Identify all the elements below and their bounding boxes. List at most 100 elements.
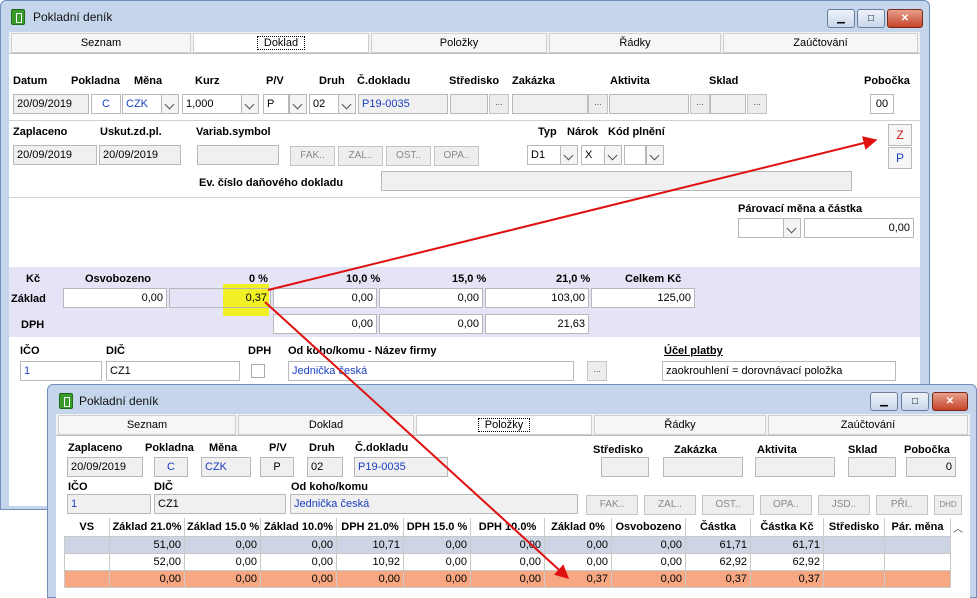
pv-field[interactable]: P (263, 94, 289, 114)
zaplaceno-field[interactable]: 20/09/2019 (13, 145, 97, 165)
column-header[interactable]: Základ 21.0% (109, 518, 185, 536)
zaplaceno-field[interactable]: 20/09/2019 (67, 457, 143, 477)
table-cell[interactable]: 0,00 (260, 569, 337, 588)
narok-dropdown[interactable] (604, 145, 622, 165)
table-cell[interactable]: 61,71 (750, 535, 824, 554)
column-header[interactable]: Základ 0% (544, 518, 612, 536)
table-cell[interactable] (884, 569, 951, 588)
table-cell[interactable]: 0,37 (750, 569, 824, 588)
back-titlebar[interactable]: Pokladní deník ▁ □ ✕ (1, 1, 929, 29)
maximize-button[interactable]: □ (857, 9, 885, 28)
column-header[interactable]: DPH 15.0 % (403, 518, 471, 536)
kurz-field[interactable]: 1,000 (182, 94, 242, 114)
table-cell[interactable] (884, 535, 951, 554)
table-cell[interactable]: 10,71 (336, 535, 404, 554)
table-cell[interactable]: 0,00 (403, 569, 471, 588)
uskut-field[interactable]: 20/09/2019 (99, 145, 181, 165)
column-header[interactable]: Částka (685, 518, 751, 536)
ucel-field[interactable]: zaokrouhlení = dorovnávací položka (662, 361, 896, 381)
table-cell[interactable] (884, 552, 951, 571)
od-koho-picker-button[interactable]: ... (587, 361, 607, 381)
aktivita-field[interactable] (755, 457, 835, 477)
z-button[interactable]: Z (888, 124, 912, 146)
zal-button[interactable]: ZAL.. (644, 495, 696, 515)
zakazka-field[interactable] (512, 94, 588, 114)
sklad-field[interactable] (710, 94, 746, 114)
ico-field[interactable]: 1 (67, 494, 151, 514)
table-cell[interactable]: 0,00 (470, 535, 545, 554)
zaklad-0-field[interactable]: 0,37 (169, 288, 271, 308)
table-cell[interactable]: 10,92 (336, 552, 404, 571)
mena-dropdown[interactable] (161, 94, 179, 114)
table-cell[interactable]: 0,37 (685, 569, 751, 588)
table-cell[interactable]: 61,71 (685, 535, 751, 554)
p-button[interactable]: P (888, 147, 912, 169)
column-header[interactable]: Základ 15.0 % (184, 518, 261, 536)
tab-seznam[interactable]: Seznam (11, 33, 191, 53)
cdokladu-field[interactable]: P19-0035 (358, 94, 448, 114)
mena-field[interactable]: CZK (201, 457, 251, 477)
jsd-button[interactable]: JSD.. (818, 495, 870, 515)
dph-10-field[interactable]: 0,00 (273, 314, 377, 334)
ost-button[interactable]: OST.. (702, 495, 754, 515)
tab-seznam[interactable]: Seznam (58, 415, 236, 435)
zaklad-21-field[interactable]: 103,00 (485, 288, 589, 308)
table-cell[interactable]: 0,00 (184, 552, 261, 571)
zaklad-10-field[interactable]: 0,00 (273, 288, 377, 308)
table-row[interactable]: 0,00 0,00 0,00 0,00 0,00 0,00 0,37 0,00 … (64, 569, 951, 588)
tab-polozky[interactable]: Položky (416, 415, 592, 435)
pokladna-field[interactable]: C (91, 94, 121, 114)
druh-field[interactable]: 02 (307, 457, 343, 477)
table-cell[interactable]: 0,00 (470, 552, 545, 571)
tab-zauctovani[interactable]: Zaúčtování (768, 415, 968, 435)
column-header[interactable]: Částka Kč (750, 518, 824, 536)
ev-cislo-field[interactable] (381, 171, 852, 191)
mena-field[interactable]: CZK (122, 94, 162, 114)
table-cell[interactable]: 0,00 (336, 569, 404, 588)
table-cell[interactable]: 0,37 (544, 569, 612, 588)
table-cell[interactable] (64, 535, 110, 554)
cdokladu-field[interactable]: P19-0035 (354, 457, 448, 477)
table-cell[interactable]: 0,00 (184, 569, 261, 588)
table-cell[interactable]: 62,92 (685, 552, 751, 571)
table-row[interactable]: 52,00 0,00 0,00 10,92 0,00 0,00 0,00 0,0… (64, 552, 951, 571)
typ-field[interactable]: D1 (527, 145, 561, 165)
datum-field[interactable]: 20/09/2019 (13, 94, 89, 114)
column-header[interactable]: DPH 10.0% (470, 518, 545, 536)
sklad-field[interactable] (848, 457, 896, 477)
maximize-button[interactable]: □ (901, 392, 929, 411)
table-cell[interactable]: 51,00 (109, 535, 185, 554)
zakazka-picker-button[interactable]: ... (588, 94, 608, 114)
druh-field[interactable]: 02 (309, 94, 339, 114)
column-header[interactable]: Pár. měna (884, 518, 951, 536)
pri-button[interactable]: PŘI.. (876, 495, 928, 515)
table-cell[interactable]: 0,00 (544, 535, 612, 554)
od-koho-field[interactable]: Jednička česká (290, 494, 578, 514)
pobocka-field[interactable]: 0 (906, 457, 956, 477)
kod-field[interactable] (624, 145, 646, 165)
kod-dropdown[interactable] (646, 145, 664, 165)
stredisko-field[interactable] (450, 94, 488, 114)
druh-dropdown[interactable] (338, 94, 356, 114)
parovaci-castka-field[interactable]: 0,00 (804, 218, 914, 238)
tab-radky[interactable]: Řádky (549, 33, 721, 53)
dic-field[interactable]: CZ1 (106, 361, 240, 381)
zal-button[interactable]: ZAL.. (338, 146, 383, 166)
table-cell[interactable] (823, 535, 885, 554)
pokladna-field[interactable]: C (154, 457, 188, 477)
minimize-button[interactable]: ▁ (870, 392, 898, 411)
dic-field[interactable]: CZ1 (154, 494, 286, 514)
table-cell[interactable]: 0,00 (470, 569, 545, 588)
table-cell[interactable] (64, 552, 110, 571)
table-cell[interactable]: 0,00 (109, 569, 185, 588)
zaklad-15-field[interactable]: 0,00 (379, 288, 483, 308)
tab-polozky[interactable]: Položky (371, 33, 547, 53)
pobocka-field[interactable]: 00 (870, 94, 894, 114)
column-header[interactable]: Středisko (823, 518, 885, 536)
fak-button[interactable]: FAK.. (586, 495, 638, 515)
tab-zauctovani[interactable]: Zaúčtování (723, 33, 918, 53)
dph-15-field[interactable]: 0,00 (379, 314, 483, 334)
zakazka-field[interactable] (663, 457, 743, 477)
aktivita-field[interactable] (609, 94, 689, 114)
celkem-kc-field[interactable]: 125,00 (591, 288, 695, 308)
